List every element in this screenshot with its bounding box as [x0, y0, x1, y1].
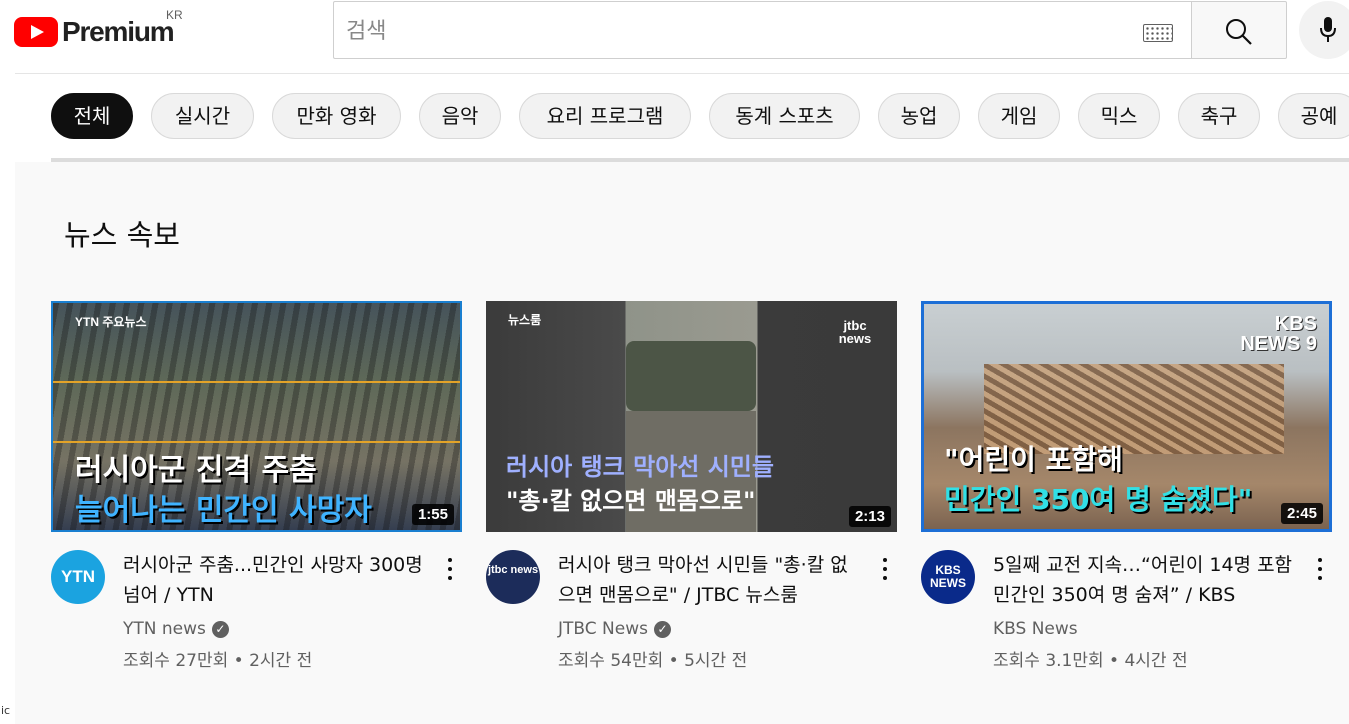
video-thumbnail[interactable]: YTN 주요뉴스 러시아군 진격 주춤 늘어나는 민간인 사망자 1:55 [51, 301, 462, 532]
keyboard-icon[interactable] [1143, 24, 1173, 42]
jtbc-news-logo: jtbc news [838, 318, 872, 346]
search-icon [1226, 19, 1252, 45]
kbs-news-logo: KBS NEWS 9 [1240, 313, 1317, 355]
channel-name[interactable]: KBS News [993, 619, 1078, 639]
region-code: KR [166, 8, 183, 22]
channel-name-row[interactable]: YTN news ✓ [123, 619, 229, 639]
chip-farming[interactable]: 농업 [878, 93, 960, 139]
stray-text: ic [1, 704, 11, 717]
more-options-icon[interactable] [1310, 556, 1330, 584]
thumbnail-caption-line2: 늘어나는 민간인 사망자 [75, 493, 372, 528]
tank-shape [626, 341, 756, 411]
highlight-line [53, 381, 460, 383]
highlight-line [53, 441, 460, 443]
video-title[interactable]: 5일째 교전 지속…“어린이 14명 포함 민간인 350여 명 숨져” / K… [993, 550, 1293, 610]
video-meta: 조회수 3.1만회 • 4시간 전 [993, 651, 1188, 671]
thumbnail-tag: 뉴스룸 [508, 313, 542, 327]
chip-cooking[interactable]: 요리 프로그램 [519, 93, 691, 139]
chip-live[interactable]: 실시간 [151, 93, 254, 139]
filter-chip-bar: 전체 실시간 만화 영화 음악 요리 프로그램 동계 스포츠 농업 게임 믹스 … [0, 74, 1349, 160]
video-duration: 2:45 [1280, 503, 1323, 524]
video-thumbnail[interactable]: 뉴스룸 jtbc news 러시아 탱크 막아선 시민들 "총·칼 없으면 맨몸… [486, 301, 897, 532]
chip-gaming[interactable]: 게임 [978, 93, 1060, 139]
thumbnail-tag: YTN 주요뉴스 [75, 315, 147, 329]
video-meta: 조회수 54만회 • 5시간 전 [558, 651, 748, 671]
video-duration: 1:55 [411, 504, 454, 525]
channel-name-row[interactable]: KBS News [993, 619, 1078, 639]
channel-name[interactable]: JTBC News [558, 619, 648, 639]
search-box[interactable] [333, 1, 1191, 59]
thumbnail-caption-line1: 러시아 탱크 막아선 시민들 [506, 453, 774, 481]
chip-music[interactable]: 음악 [419, 93, 501, 139]
verified-check-icon: ✓ [653, 620, 671, 638]
verified-check-icon: ✓ [211, 620, 229, 638]
main-content: 뉴스 속보 YTN 주요뉴스 러시아군 진격 주춤 늘어나는 민간인 사망자 1… [15, 162, 1349, 724]
video-meta: 조회수 27만회 • 2시간 전 [123, 651, 313, 671]
channel-avatar[interactable]: KBS NEWS [921, 550, 975, 604]
thumbnail-caption-line2: 민간인 350여 명 숨졌다" [944, 483, 1253, 516]
chip-soccer[interactable]: 축구 [1178, 93, 1260, 139]
channel-avatar[interactable]: jtbc news [486, 550, 540, 604]
thumbnail-caption-line1: "어린이 포함해 [944, 443, 1123, 476]
search-input[interactable] [344, 15, 1128, 47]
logo-text: Premium [62, 16, 175, 47]
chip-mix[interactable]: 믹스 [1078, 93, 1160, 139]
chip-all[interactable]: 전체 [51, 93, 133, 139]
thumbnail-caption-line1: 러시아군 진격 주춤 [75, 453, 317, 488]
channel-avatar[interactable]: YTN [51, 550, 105, 604]
video-title[interactable]: 러시아 탱크 막아선 시민들 "총·칼 없으면 맨몸으로" / JTBC 뉴스룸 [558, 550, 858, 610]
chip-winter-sports[interactable]: 동계 스포츠 [709, 93, 860, 139]
youtube-premium-logo[interactable]: Premium [14, 14, 175, 50]
youtube-play-icon [14, 17, 58, 47]
section-title: 뉴스 속보 [64, 218, 180, 252]
video-thumbnail[interactable]: KBS NEWS 9 "어린이 포함해 민간인 350여 명 숨졌다" 2:45 [921, 301, 1332, 532]
video-title[interactable]: 러시아군 주춤...민간인 사망자 300명 넘어 / YTN [123, 550, 423, 610]
channel-name[interactable]: YTN news [123, 619, 206, 639]
more-options-icon[interactable] [440, 556, 460, 584]
microphone-icon [1320, 17, 1336, 42]
top-header: Premium KR [0, 0, 1349, 74]
search-button[interactable] [1191, 1, 1287, 59]
video-duration: 2:13 [848, 506, 891, 527]
more-options-icon[interactable] [875, 556, 895, 584]
voice-search-button[interactable] [1299, 1, 1349, 59]
chip-crafts[interactable]: 공예 [1278, 93, 1349, 139]
chip-animation[interactable]: 만화 영화 [272, 93, 401, 139]
thumbnail-caption-line2: "총·칼 없으면 맨몸으로" [506, 487, 756, 515]
channel-name-row[interactable]: JTBC News ✓ [558, 619, 671, 639]
